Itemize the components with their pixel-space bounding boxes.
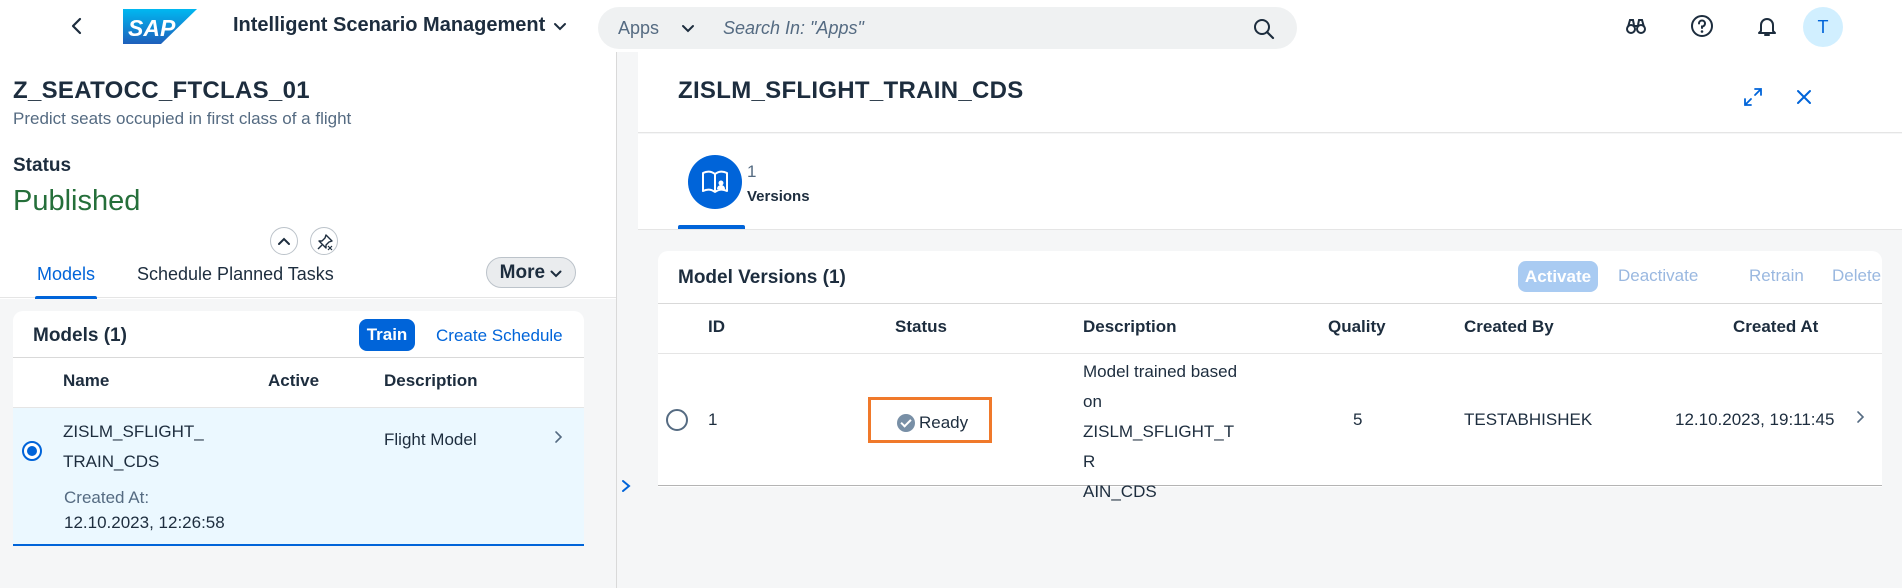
model-versions-title: Model Versions (1) <box>678 267 846 288</box>
detail-header: ZISLM_SFLIGHT_TRAIN_CDS <box>638 52 1902 133</box>
shell-bar: SAP Intelligent Scenario Management Apps… <box>0 0 1902 52</box>
tab-schedule-planned-tasks[interactable]: Schedule Planned Tasks <box>137 264 334 285</box>
detail-panel: ZISLM_SFLIGHT_TRAIN_CDS 1 Versions Model… <box>638 52 1902 588</box>
app-title: Intelligent Scenario Management <box>233 14 546 36</box>
created-at-value: 12.10.2023, 12:26:58 <box>64 513 225 532</box>
master-panel: Z_SEATOCC_FTCLAS_01 Predict seats occupi… <box>0 52 616 588</box>
unpin-icon <box>317 234 333 251</box>
column-header-status[interactable]: Status <box>895 317 947 337</box>
page-title: Z_SEATOCC_FTCLAS_01 <box>13 77 310 104</box>
column-header-name[interactable]: Name <box>63 371 109 391</box>
sap-logo[interactable]: SAP <box>123 9 197 44</box>
icon-tab-bar: 1 Versions <box>638 134 1902 230</box>
back-icon[interactable] <box>66 15 88 37</box>
models-section: Models (1) Train Create Schedule Name Ac… <box>0 299 616 588</box>
column-header-id[interactable]: ID <box>708 317 725 337</box>
activate-button[interactable]: Activate <box>1518 261 1598 292</box>
models-card: Models (1) Train Create Schedule Name Ac… <box>13 311 584 546</box>
expand-column-icon[interactable] <box>620 478 634 508</box>
table-row[interactable]: 1 Ready Model trained based on ZISLM_SFL… <box>658 354 1882 501</box>
more-button[interactable]: More <box>486 257 576 288</box>
column-header-active[interactable]: Active <box>268 371 319 391</box>
app-title-menu[interactable]: Intelligent Scenario Management <box>233 14 567 37</box>
tab-models[interactable]: Models <box>34 264 98 299</box>
svg-text:SAP: SAP <box>128 15 176 41</box>
versions-label[interactable]: Versions <box>747 188 810 205</box>
status-highlight-box: Ready <box>868 397 992 443</box>
column-header-description[interactable]: Description <box>384 371 478 391</box>
table-row[interactable]: ZISLM_SFLIGHT_ TRAIN_CDS Flight Model Cr… <box>13 408 584 546</box>
version-id: 1 <box>708 410 718 429</box>
model-description: Flight Model <box>384 430 477 449</box>
description-line: ZISLM_SFLIGHT_TR <box>1083 422 1235 471</box>
version-created-by: TESTABHISHEK <box>1464 410 1593 429</box>
chevron-down-icon <box>553 19 567 35</box>
divider <box>658 303 1882 304</box>
status-value: Published <box>13 185 141 217</box>
search-bar: Apps <box>598 7 1297 49</box>
search-icon[interactable] <box>1253 18 1275 40</box>
model-name: ZISLM_SFLIGHT_ TRAIN_CDS <box>63 417 204 477</box>
avatar[interactable]: T <box>1803 7 1843 47</box>
column-header-created-by[interactable]: Created By <box>1464 317 1554 337</box>
chevron-right-icon <box>1855 410 1865 429</box>
description-line: on <box>1083 392 1102 411</box>
created-at-label: Created At: <box>64 488 150 507</box>
divider <box>13 357 584 358</box>
search-scope-select[interactable]: Apps <box>618 18 695 39</box>
chevron-down-icon <box>550 270 562 278</box>
models-title: Models (1) <box>33 325 127 346</box>
model-name-line: ZISLM_SFLIGHT_ <box>63 422 204 441</box>
description-line: Model trained based <box>1083 362 1238 381</box>
more-label: More <box>499 262 546 283</box>
deactivate-button[interactable]: Deactivate <box>1618 266 1698 286</box>
chevron-up-icon <box>278 237 290 245</box>
row-radio-selected[interactable] <box>22 441 42 461</box>
version-created-at: 12.10.2023, 19:11:45 <box>1675 410 1835 429</box>
check-circle-icon <box>897 414 915 432</box>
tab-versions[interactable] <box>688 155 742 209</box>
search-input[interactable] <box>723 15 1223 41</box>
chevron-down-icon <box>681 21 695 37</box>
delete-button[interactable]: Delete <box>1832 266 1881 286</box>
active-tab-indicator <box>678 225 745 229</box>
status-badge: Ready <box>897 413 968 433</box>
binoculars-icon[interactable] <box>1624 14 1648 38</box>
model-name-line: TRAIN_CDS <box>63 452 160 471</box>
help-icon[interactable] <box>1690 14 1714 38</box>
retrain-button[interactable]: Retrain <box>1749 266 1804 286</box>
versions-count: 1 <box>747 162 757 181</box>
fullscreen-icon[interactable] <box>1742 86 1764 108</box>
column-header-quality[interactable]: Quality <box>1328 317 1386 337</box>
version-quality: 5 <box>1353 410 1363 429</box>
search-scope-value: Apps <box>618 18 660 38</box>
column-header-description[interactable]: Description <box>1083 317 1177 337</box>
model-versions-card: Model Versions (1) Activate Deactivate R… <box>658 251 1882 501</box>
page-subtitle: Predict seats occupied in first class of… <box>13 109 352 128</box>
chevron-right-icon <box>553 430 563 449</box>
pin-header-button[interactable] <box>310 227 338 255</box>
close-icon[interactable] <box>1793 86 1815 108</box>
collapse-header-button[interactable] <box>270 227 298 255</box>
description-line: AIN_CDS <box>1083 482 1157 501</box>
column-header-created-at[interactable]: Created At <box>1733 317 1818 337</box>
book-icon <box>702 170 728 193</box>
bell-icon[interactable] <box>1755 14 1779 38</box>
create-schedule-button[interactable]: Create Schedule <box>436 326 563 346</box>
status-text: Ready <box>919 413 969 432</box>
status-label: Status <box>13 155 72 176</box>
version-description: Model trained based on ZISLM_SFLIGHT_TR … <box>1083 357 1243 507</box>
detail-title: ZISLM_SFLIGHT_TRAIN_CDS <box>678 77 1024 104</box>
train-button[interactable]: Train <box>359 319 415 351</box>
row-radio[interactable] <box>666 409 688 431</box>
